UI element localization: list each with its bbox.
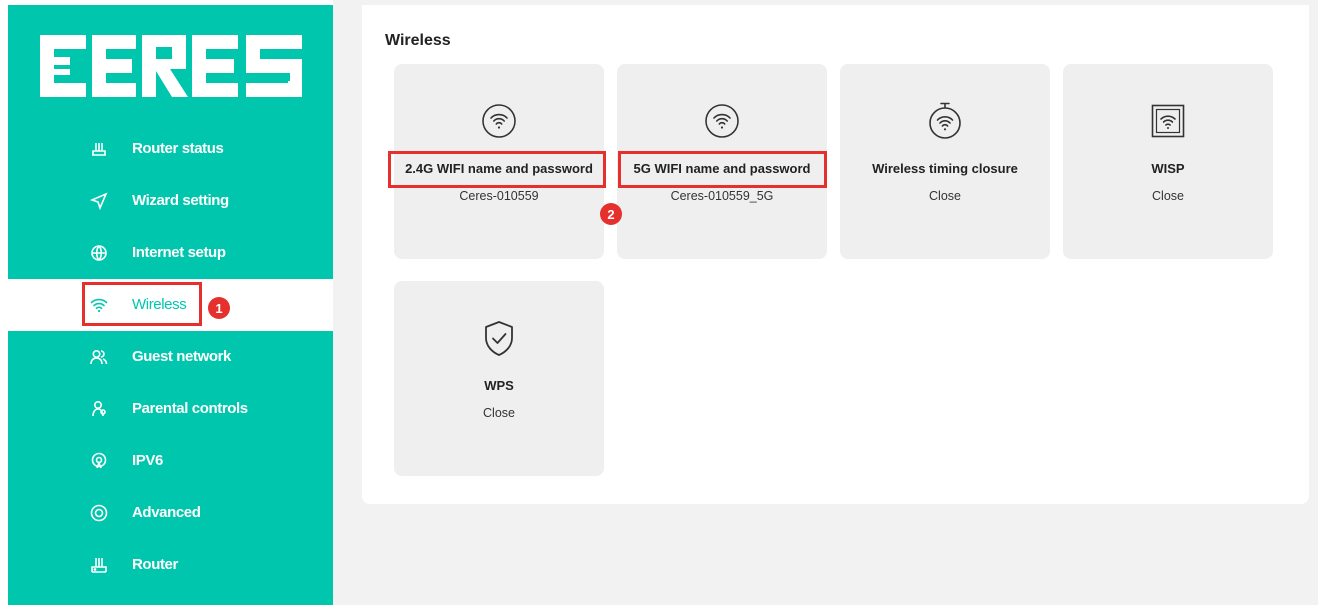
step-badge-1: 1 [208, 297, 230, 319]
card-value: Close [1152, 189, 1184, 203]
parent-child-icon [92, 400, 106, 417]
sidebar-item-label: Internet setup [132, 244, 226, 261]
sidebar-item-label: Wizard setting [132, 192, 229, 209]
card-wisp[interactable]: WISP Close [1063, 64, 1273, 259]
highlight-5g-title [618, 151, 827, 188]
ipv6-icon [91, 452, 107, 469]
card-value: Close [929, 189, 961, 203]
sidebar-item-internet-setup[interactable]: Internet setup [8, 227, 333, 279]
sidebar-item-advanced[interactable]: Advanced [8, 487, 333, 539]
card-wps[interactable]: WPS Close [394, 281, 604, 476]
card-value: Ceres-010559 [459, 189, 539, 203]
wifi-circle-icon [705, 104, 739, 138]
sidebar-item-label: Advanced [132, 504, 201, 521]
sidebar-item-label: Parental controls [132, 400, 248, 417]
page-title: Wireless [385, 32, 451, 49]
sidebar-item-router-status[interactable]: Router status [8, 123, 333, 175]
guests-icon [90, 349, 108, 365]
highlight-24g-title [388, 151, 606, 188]
globe-icon [91, 245, 107, 261]
card-title: Wireless timing closure [872, 161, 1018, 176]
ceres-logo [40, 35, 302, 97]
router-icon [91, 558, 107, 573]
advanced-circle-icon [90, 504, 108, 522]
sidebar-item-label: Router status [132, 140, 224, 157]
sidebar-item-guest-network[interactable]: Guest network [8, 331, 333, 383]
sidebar-item-router[interactable]: Router [8, 539, 333, 591]
wifi-timer-icon [929, 102, 961, 139]
wisp-square-icon [1151, 104, 1185, 138]
wifi-circle-icon [482, 104, 516, 138]
sidebar-item-parental-controls[interactable]: Parental controls [8, 383, 333, 435]
highlight-wireless-menu [82, 282, 202, 326]
card-value: Ceres-010559_5G [670, 189, 774, 203]
sidebar-item-label: Router [132, 556, 178, 573]
step-badge-2: 2 [600, 203, 622, 225]
shield-check-icon [485, 321, 513, 356]
sidebar-item-ipv6[interactable]: IPV6 [8, 435, 333, 487]
sidebar-item-label: Guest network [132, 348, 231, 365]
sidebar-item-label: IPV6 [132, 452, 163, 469]
card-title: WPS [484, 378, 514, 393]
router-status-icon [92, 143, 106, 156]
card-wireless-timing[interactable]: Wireless timing closure Close [840, 64, 1050, 259]
send-arrow-icon [90, 192, 108, 210]
sidebar-item-wizard-setting[interactable]: Wizard setting [8, 175, 333, 227]
card-title: WISP [1151, 161, 1185, 176]
card-value: Close [483, 406, 515, 420]
